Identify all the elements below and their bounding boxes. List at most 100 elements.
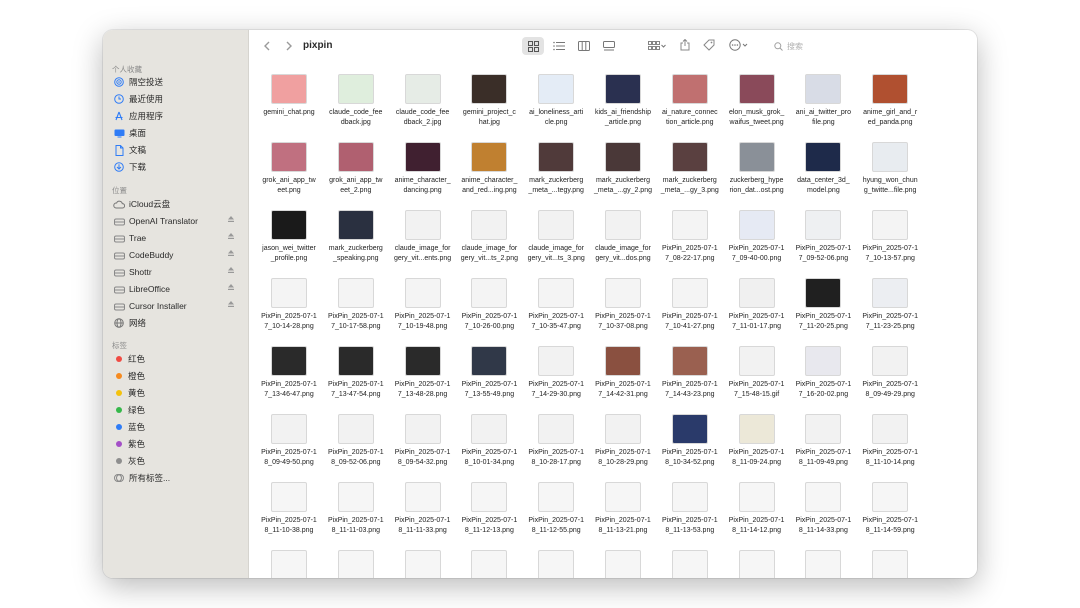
sidebar-item-fav-1[interactable]: 最近使用: [113, 91, 241, 107]
gallery-view-button[interactable]: [599, 38, 619, 54]
sidebar-tag-6[interactable]: 灰色: [113, 453, 241, 469]
share-button[interactable]: [677, 37, 693, 53]
file-item[interactable]: PixPin_2025-07-1 7_13-46-47.png: [256, 342, 322, 408]
file-item[interactable]: kids_ai_friendship _article.png: [590, 70, 656, 136]
file-item[interactable]: PixPin_2025-07-1 8_10-34-52.png: [657, 410, 723, 476]
file-item[interactable]: [724, 546, 790, 578]
file-item[interactable]: gemini_project_c hat.jpg: [456, 70, 522, 136]
file-item[interactable]: [790, 546, 856, 578]
file-item[interactable]: PixPin_2025-07-1 8_11-09-24.png: [724, 410, 790, 476]
back-button[interactable]: [259, 38, 275, 54]
eject-icon[interactable]: [227, 232, 237, 242]
sidebar-tag-2[interactable]: 黄色: [113, 385, 241, 401]
tag-button[interactable]: [701, 37, 717, 53]
file-item[interactable]: PixPin_2025-07-1 7_13-55-49.png: [456, 342, 522, 408]
file-item[interactable]: zuckerberg_hype rion_dat...ost.png: [724, 138, 790, 204]
file-item[interactable]: PixPin_2025-07-1 7_10-13-57.png: [857, 206, 923, 272]
sidebar-item-loc-0[interactable]: iCloud云盘: [113, 196, 241, 212]
file-item[interactable]: PixPin_2025-07-1 7_09-40-00.png: [724, 206, 790, 272]
file-item[interactable]: PixPin_2025-07-1 7_14-43-23.png: [657, 342, 723, 408]
file-item[interactable]: jason_wei_twitter _profile.png: [256, 206, 322, 272]
eject-icon[interactable]: [227, 266, 237, 276]
sidebar-tag-4[interactable]: 蓝色: [113, 419, 241, 435]
file-item[interactable]: PixPin_2025-07-1 7_10-37-08.png: [590, 274, 656, 340]
file-item[interactable]: [256, 546, 322, 578]
more-button[interactable]: [727, 37, 751, 53]
file-item[interactable]: PixPin_2025-07-1 7_10-26-00.png: [456, 274, 522, 340]
file-item[interactable]: anime_character_ dancing.png: [390, 138, 456, 204]
file-item[interactable]: [857, 546, 923, 578]
file-item[interactable]: PixPin_2025-07-1 7_10-35-47.png: [523, 274, 589, 340]
sidebar-item-loc-4[interactable]: Shottr: [113, 264, 241, 280]
file-item[interactable]: anime_character_ and_red...ing.png: [456, 138, 522, 204]
file-item[interactable]: PixPin_2025-07-1 7_13-47-54.png: [323, 342, 389, 408]
list-view-button[interactable]: [549, 38, 569, 54]
file-item[interactable]: PixPin_2025-07-1 8_09-49-29.png: [857, 342, 923, 408]
sidebar-tag-1[interactable]: 橙色: [113, 368, 241, 384]
sidebar-item-loc-2[interactable]: Trae: [113, 230, 241, 246]
file-item[interactable]: PixPin_2025-07-1 8_11-14-12.png: [724, 478, 790, 544]
file-item[interactable]: [456, 546, 522, 578]
file-item[interactable]: [657, 546, 723, 578]
eject-icon[interactable]: [227, 215, 237, 225]
file-item[interactable]: claude_code_fee dback.jpg: [323, 70, 389, 136]
file-item[interactable]: claude_image_for gery_vit...ts_3.png: [523, 206, 589, 272]
file-item[interactable]: PixPin_2025-07-1 7_15-48-15.gif: [724, 342, 790, 408]
sidebar-tag-7[interactable]: 所有标签...: [113, 470, 241, 486]
sidebar-item-loc-6[interactable]: Cursor Installer: [113, 298, 241, 314]
file-item[interactable]: PixPin_2025-07-1 7_16-20-02.png: [790, 342, 856, 408]
file-item[interactable]: PixPin_2025-07-1 8_09-52-06.png: [323, 410, 389, 476]
file-item[interactable]: mark_zuckerberg _meta_...gy_2.png: [590, 138, 656, 204]
file-item[interactable]: claude_image_for gery_vit...ents.png: [390, 206, 456, 272]
file-item[interactable]: PixPin_2025-07-1 8_11-13-21.png: [590, 478, 656, 544]
file-item[interactable]: PixPin_2025-07-1 7_09-52-06.png: [790, 206, 856, 272]
file-item[interactable]: PixPin_2025-07-1 8_11-09-49.png: [790, 410, 856, 476]
file-item[interactable]: PixPin_2025-07-1 7_10-17-58.png: [323, 274, 389, 340]
file-item[interactable]: PixPin_2025-07-1 7_10-41-27.png: [657, 274, 723, 340]
file-item[interactable]: PixPin_2025-07-1 8_10-28-17.png: [523, 410, 589, 476]
eject-icon[interactable]: [227, 249, 237, 259]
file-item[interactable]: hyung_won_chun g_twitte...file.png: [857, 138, 923, 204]
file-item[interactable]: PixPin_2025-07-1 7_08-22-17.png: [657, 206, 723, 272]
file-item[interactable]: PixPin_2025-07-1 8_11-12-55.png: [523, 478, 589, 544]
sidebar-item-fav-2[interactable]: 应用程序: [113, 108, 241, 124]
file-item[interactable]: PixPin_2025-07-1 8_09-54-32.png: [390, 410, 456, 476]
file-item[interactable]: mark_zuckerberg _meta_...gy_3.png: [657, 138, 723, 204]
file-item[interactable]: PixPin_2025-07-1 7_11-20-25.png: [790, 274, 856, 340]
file-item[interactable]: [323, 546, 389, 578]
sidebar-item-fav-4[interactable]: 文稿: [113, 142, 241, 158]
sidebar-item-fav-0[interactable]: 隔空投送: [113, 74, 241, 90]
file-item[interactable]: PixPin_2025-07-1 8_11-10-38.png: [256, 478, 322, 544]
file-item[interactable]: claude_image_for gery_vit...ts_2.png: [456, 206, 522, 272]
file-item[interactable]: PixPin_2025-07-1 8_11-12-13.png: [456, 478, 522, 544]
sidebar-item-loc-3[interactable]: CodeBuddy: [113, 247, 241, 263]
file-item[interactable]: PixPin_2025-07-1 7_14-29-30.png: [523, 342, 589, 408]
file-item[interactable]: PixPin_2025-07-1 7_11-23-25.png: [857, 274, 923, 340]
file-item[interactable]: [523, 546, 589, 578]
search-field[interactable]: 搜索: [774, 39, 970, 53]
file-item[interactable]: PixPin_2025-07-1 8_11-11-03.png: [323, 478, 389, 544]
file-item[interactable]: PixPin_2025-07-1 8_09-49-50.png: [256, 410, 322, 476]
eject-icon[interactable]: [227, 283, 237, 293]
sidebar-tag-3[interactable]: 绿色: [113, 402, 241, 418]
file-item[interactable]: mark_zuckerberg _speaking.png: [323, 206, 389, 272]
file-item[interactable]: data_center_3d_ model.png: [790, 138, 856, 204]
sidebar-tag-5[interactable]: 紫色: [113, 436, 241, 452]
column-view-button[interactable]: [574, 38, 594, 54]
sidebar-tag-0[interactable]: 红色: [113, 351, 241, 367]
sidebar-item-loc-5[interactable]: LibreOffice: [113, 281, 241, 297]
eject-icon[interactable]: [227, 300, 237, 310]
file-item[interactable]: mark_zuckerberg _meta_...tegy.png: [523, 138, 589, 204]
file-item[interactable]: grok_ani_app_tw eet.png: [256, 138, 322, 204]
file-item[interactable]: PixPin_2025-07-1 8_11-10-14.png: [857, 410, 923, 476]
file-item[interactable]: ai_nature_connec tion_article.png: [657, 70, 723, 136]
file-item[interactable]: elon_musk_grok_ waifus_tweet.png: [724, 70, 790, 136]
file-item[interactable]: claude_code_fee dback_2.jpg: [390, 70, 456, 136]
file-item[interactable]: ai_loneliness_arti cle.png: [523, 70, 589, 136]
file-item[interactable]: [590, 546, 656, 578]
file-item[interactable]: PixPin_2025-07-1 7_11-01-17.png: [724, 274, 790, 340]
group-button[interactable]: [645, 38, 669, 54]
file-item[interactable]: PixPin_2025-07-1 7_10-19-48.png: [390, 274, 456, 340]
file-item[interactable]: PixPin_2025-07-1 7_14-42-31.png: [590, 342, 656, 408]
file-item[interactable]: claude_image_for gery_vit...dos.png: [590, 206, 656, 272]
